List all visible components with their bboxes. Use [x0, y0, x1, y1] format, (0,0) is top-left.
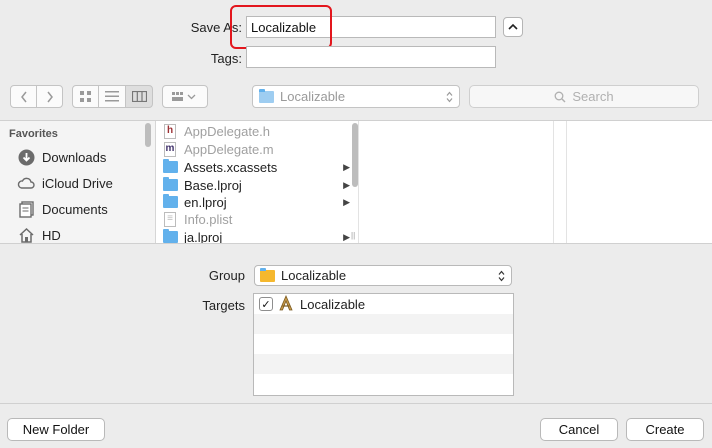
documents-icon: [17, 200, 35, 218]
list-view-button[interactable]: [98, 85, 126, 108]
sidebar: Favorites Downloads iCloud Drive Documen…: [0, 121, 156, 243]
sidebar-item-downloads[interactable]: Downloads: [17, 147, 106, 167]
sidebar-item-documents[interactable]: Documents: [17, 199, 108, 219]
arrange-icon: [172, 91, 196, 101]
folder-icon: [162, 194, 178, 210]
list-icon: [105, 91, 119, 102]
updown-arrows-icon: [498, 270, 505, 281]
file-name: ja.lproj: [184, 229, 223, 244]
column-resize-handle[interactable]: ||: [351, 231, 355, 240]
group-popup[interactable]: Localizable: [254, 265, 512, 286]
file-item-appdelegate-m[interactable]: m AppDelegate.m: [162, 140, 352, 158]
column-view-button[interactable]: [125, 85, 153, 108]
sidebar-heading: Favorites: [9, 128, 58, 140]
sidebar-scrollbar[interactable]: [145, 123, 151, 147]
app-icon: [278, 294, 294, 314]
file-name: en.lproj: [184, 194, 227, 210]
file-item-assets-xcassets[interactable]: Assets.xcassets ▶: [162, 158, 352, 176]
tags-field[interactable]: [246, 46, 496, 68]
target-row-empty: [254, 374, 513, 394]
chevron-left-icon: [20, 91, 27, 102]
sidebar-item-label: HD: [42, 227, 61, 243]
header-file-icon: h: [162, 123, 178, 139]
search-field[interactable]: Search: [469, 85, 699, 108]
file-column-empty: [359, 121, 554, 243]
search-icon: [554, 91, 566, 102]
collapse-button[interactable]: [503, 17, 523, 37]
search-placeholder: Search: [572, 89, 614, 104]
column-divider: [566, 121, 567, 243]
sidebar-item-label: iCloud Drive: [42, 175, 113, 191]
file-item-ja-lproj[interactable]: ja.lproj ▶: [162, 228, 352, 244]
sidebar-item-hd[interactable]: HD: [17, 225, 61, 243]
location-label: Localizable: [280, 89, 346, 104]
arrange-button[interactable]: [162, 85, 208, 108]
icon-view-button[interactable]: [72, 85, 99, 108]
group-label: Group: [208, 268, 245, 283]
grid-icon: [80, 91, 91, 102]
plist-file-icon: ≡: [162, 211, 178, 227]
target-row-empty: [254, 314, 513, 334]
file-browser: Favorites Downloads iCloud Drive Documen…: [0, 120, 712, 244]
target-checkbox[interactable]: ✓: [259, 297, 273, 311]
disclosure-arrow-icon: ▶: [343, 231, 350, 242]
disclosure-arrow-icon: ▶: [343, 196, 350, 207]
sidebar-item-label: Downloads: [42, 149, 107, 165]
cancel-button[interactable]: Cancel: [540, 418, 618, 441]
columns-icon: [131, 91, 147, 102]
source-file-icon: m: [162, 141, 178, 157]
cloud-icon: [17, 174, 35, 192]
sidebar-item-label: Documents: [42, 201, 108, 217]
file-item-base-lproj[interactable]: Base.lproj ▶: [162, 176, 352, 194]
create-button[interactable]: Create: [626, 418, 704, 441]
column-scrollbar[interactable]: [352, 123, 358, 187]
tags-label: Tags:: [210, 51, 242, 66]
targets-list: ✓ Localizable: [253, 293, 514, 396]
folder-icon: [162, 159, 178, 175]
disclosure-arrow-icon: ▶: [343, 179, 350, 190]
file-name: Info.plist: [184, 211, 233, 227]
new-folder-button[interactable]: New Folder: [7, 418, 105, 441]
target-row-empty: [254, 334, 513, 354]
sidebar-item-icloud-drive[interactable]: iCloud Drive: [17, 173, 113, 193]
updown-arrows-icon: [446, 91, 453, 102]
file-item-en-lproj[interactable]: en.lproj ▶: [162, 193, 352, 211]
folder-icon: [162, 177, 178, 193]
chevron-up-icon: [508, 23, 518, 30]
target-name: Localizable: [300, 296, 366, 312]
target-row-localizable[interactable]: ✓ Localizable: [254, 294, 513, 314]
file-item-info-plist[interactable]: ≡ Info.plist: [162, 210, 352, 228]
file-name: Assets.xcassets: [184, 159, 278, 175]
folder-icon: [260, 267, 275, 282]
home-icon: [17, 226, 35, 243]
downloads-icon: [17, 148, 35, 166]
disclosure-arrow-icon: ▶: [343, 161, 350, 172]
location-popup[interactable]: Localizable: [252, 85, 460, 108]
chevron-right-icon: [46, 91, 53, 102]
forward-button[interactable]: [36, 85, 63, 108]
file-column: h AppDelegate.h m AppDelegate.m Assets.x…: [157, 121, 359, 244]
back-button[interactable]: [10, 85, 37, 108]
file-name: AppDelegate.h: [184, 123, 271, 139]
group-value: Localizable: [281, 268, 347, 283]
file-name: AppDelegate.m: [184, 141, 274, 157]
targets-label: Targets: [202, 298, 245, 313]
folder-icon: [259, 88, 274, 103]
target-row-empty: [254, 354, 513, 374]
file-name: Base.lproj: [184, 177, 242, 193]
folder-icon: [162, 229, 178, 243]
file-item-appdelegate-h[interactable]: h AppDelegate.h: [162, 122, 352, 140]
highlight-box: [230, 5, 332, 49]
